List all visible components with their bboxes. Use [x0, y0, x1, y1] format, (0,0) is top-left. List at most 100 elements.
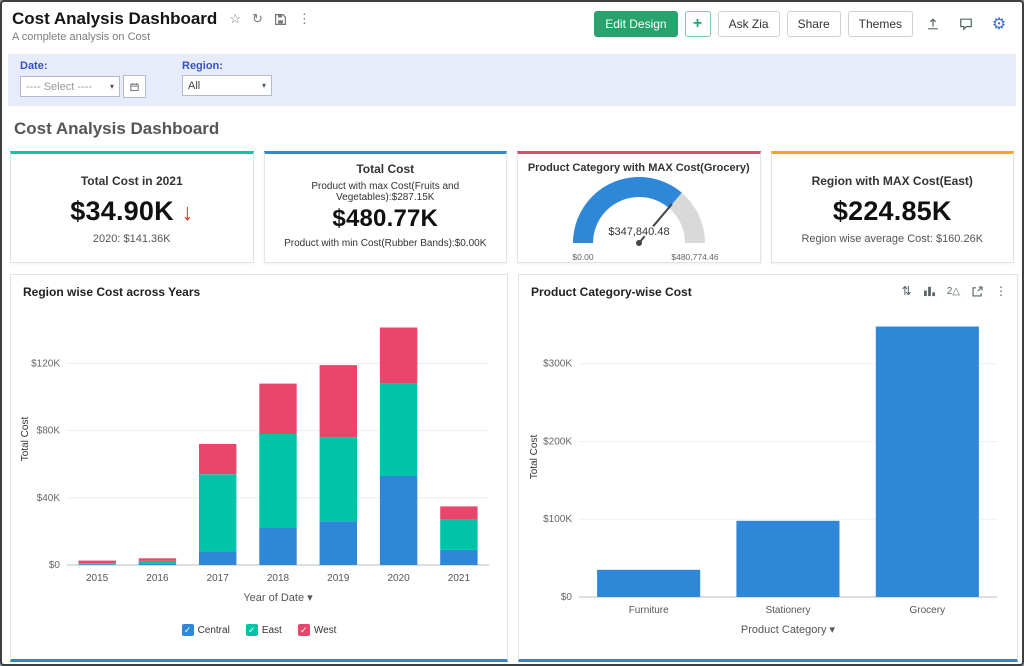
kpi-value: $34.90K ↓ — [19, 196, 245, 227]
date-filter-select[interactable]: ---- Select ---- ▾ — [20, 76, 120, 97]
x-tick-label: 2015 — [86, 573, 109, 584]
page-title: Cost Analysis Dashboard — [12, 9, 217, 29]
y-tick-label: $0 — [49, 560, 61, 571]
ask-zia-button[interactable]: Ask Zia — [718, 11, 780, 37]
kpi-max-line: Product with max Cost(Fruits and Vegetab… — [273, 181, 499, 203]
bar-segment-central-2016[interactable] — [139, 563, 176, 565]
calendar-icon — [130, 81, 139, 93]
trend-down-icon: ↓ — [181, 199, 193, 225]
x-tick-label: Grocery — [910, 605, 946, 616]
y-tick-label: $300K — [543, 359, 572, 370]
bar-segment-central-2017[interactable] — [199, 552, 236, 565]
legend-item-east[interactable]: ✓ East — [246, 624, 282, 636]
legend-item-central[interactable]: ✓ Central — [182, 624, 230, 636]
bar-segment-central-2015[interactable] — [79, 564, 116, 565]
bar-segment-east-2021[interactable] — [440, 520, 477, 550]
bar-segment-east-2017[interactable] — [199, 474, 236, 551]
expand-icon[interactable] — [971, 285, 984, 298]
themes-button[interactable]: Themes — [848, 11, 913, 37]
gauge-chart[interactable]: $347,840.48 $0.00 $480,774.46 — [533, 175, 745, 267]
kpi-card-total-cost-2021[interactable]: Total Cost in 2021 $34.90K ↓ 2020: $141.… — [10, 151, 254, 263]
bar-segment-west-2021[interactable] — [440, 506, 477, 519]
kpi-subtext: Region wise average Cost: $160.26K — [780, 233, 1006, 245]
legend-checkbox-icon[interactable]: ✓ — [298, 624, 310, 636]
gear-icon: ⚙ — [992, 14, 1006, 34]
chart-type-icon[interactable] — [923, 285, 936, 297]
x-tick-label: 2017 — [207, 573, 230, 584]
charts-row: Region wise Cost across Years $0$40K$80K… — [2, 265, 1022, 666]
kpi-min-line: Product with min Cost(Rubber Bands):$0.0… — [273, 238, 499, 249]
y-tick-label: $100K — [543, 514, 572, 525]
app-window: Cost Analysis Dashboard ☆ ↻ ⋮ A complete… — [0, 0, 1024, 666]
bar-segment-east-2019[interactable] — [320, 437, 357, 521]
bar-segment-east-2020[interactable] — [380, 384, 417, 476]
calendar-button[interactable] — [123, 75, 146, 98]
bar-segment-east-2015[interactable] — [79, 563, 116, 564]
region-filter-select[interactable]: All ▾ — [182, 75, 272, 96]
x-tick-label: 2018 — [267, 573, 290, 584]
x-tick-label: 2019 — [327, 573, 350, 584]
chart-title: Region wise Cost across Years — [11, 275, 507, 301]
legend-item-west[interactable]: ✓West — [298, 624, 337, 636]
kpi-card-max-category-gauge[interactable]: Product Category with MAX Cost(Grocery) … — [517, 151, 761, 263]
bar-grocery[interactable] — [876, 327, 979, 598]
kpi-value: $224.85K — [780, 196, 1006, 227]
bar-segment-central-2018[interactable] — [259, 528, 296, 565]
x-axis-title[interactable]: Year of Date ▾ — [243, 592, 313, 604]
favorite-star-icon[interactable]: ☆ — [229, 11, 241, 27]
bar-segment-west-2019[interactable] — [320, 365, 357, 437]
chevron-down-icon: ▾ — [110, 82, 114, 91]
y-tick-label: $200K — [543, 436, 572, 447]
share-button[interactable]: Share — [787, 11, 841, 37]
more-options-icon[interactable]: ⋮ — [298, 11, 311, 27]
y-tick-label: $0 — [561, 592, 573, 603]
compare-icon[interactable]: 2△ — [947, 286, 960, 297]
bar-segment-west-2016[interactable] — [139, 558, 176, 561]
kpi-title: Total Cost — [273, 162, 499, 176]
header-actions: Edit Design + Ask Zia Share Themes ⚙ — [594, 11, 1012, 37]
x-axis-title[interactable]: Product Category ▾ — [741, 624, 836, 636]
stacked-bar-chart-container: $0$40K$80K$120K2015201620172018201920202… — [11, 301, 507, 622]
bar-segment-west-2017[interactable] — [199, 444, 236, 474]
edit-design-button[interactable]: Edit Design — [594, 11, 677, 37]
category-cost-panel: Product Category-wise Cost ⇅ 2△ ⋮ $0$100… — [518, 274, 1018, 662]
x-tick-label: 2016 — [146, 573, 169, 584]
save-icon[interactable] — [274, 13, 287, 26]
x-tick-label: Furniture — [629, 605, 669, 616]
sort-icon[interactable]: ⇅ — [902, 284, 912, 298]
legend-label: East — [262, 625, 282, 636]
kpi-title: Product Category with MAX Cost(Grocery) — [526, 162, 752, 174]
settings-button[interactable]: ⚙ — [986, 11, 1012, 37]
add-button[interactable]: + — [685, 11, 711, 37]
refresh-icon[interactable]: ↻ — [252, 11, 263, 27]
bar-segment-central-2019[interactable] — [320, 521, 357, 565]
bar-segment-central-2020[interactable] — [380, 476, 417, 565]
bar-segment-west-2018[interactable] — [259, 384, 296, 434]
comments-button[interactable] — [953, 11, 979, 37]
more-options-icon[interactable]: ⋮ — [995, 284, 1007, 298]
kpi-card-total-cost[interactable]: Total Cost Product with max Cost(Fruits … — [264, 151, 508, 263]
bar-segment-central-2021[interactable] — [440, 550, 477, 565]
bar-segment-east-2016[interactable] — [139, 561, 176, 564]
bar-segment-west-2020[interactable] — [380, 328, 417, 384]
bar-segment-west-2015[interactable] — [79, 561, 116, 564]
x-tick-label: 2021 — [448, 573, 471, 584]
kpi-subtext: 2020: $141.36K — [19, 233, 245, 245]
kpi-card-max-region[interactable]: Region with MAX Cost(East) $224.85K Regi… — [771, 151, 1015, 263]
legend-checkbox-icon[interactable]: ✓ — [182, 624, 194, 636]
kpi-title: Total Cost in 2021 — [19, 174, 245, 188]
gauge-max-label: $480,774.46 — [671, 252, 719, 262]
y-tick-label: $120K — [31, 358, 60, 369]
bar-chart: $0$100K$200K$300KFurnitureStationeryGroc… — [523, 301, 1013, 649]
chevron-down-icon: ▾ — [262, 81, 266, 90]
legend-checkbox-icon[interactable]: ✓ — [246, 624, 258, 636]
filter-bar: Date: ---- Select ---- ▾ Region: All ▾ — [8, 54, 1016, 106]
export-button[interactable] — [920, 11, 946, 37]
page-subtitle: A complete analysis on Cost — [12, 31, 311, 43]
bar-segment-east-2018[interactable] — [259, 434, 296, 528]
gauge-container: $347,840.48 $0.00 $480,774.46 — [526, 175, 752, 267]
header: Cost Analysis Dashboard ☆ ↻ ⋮ A complete… — [2, 2, 1022, 47]
bar-stationery[interactable] — [736, 521, 839, 597]
bar-furniture[interactable] — [597, 570, 700, 597]
legend-label: Central — [198, 625, 230, 636]
